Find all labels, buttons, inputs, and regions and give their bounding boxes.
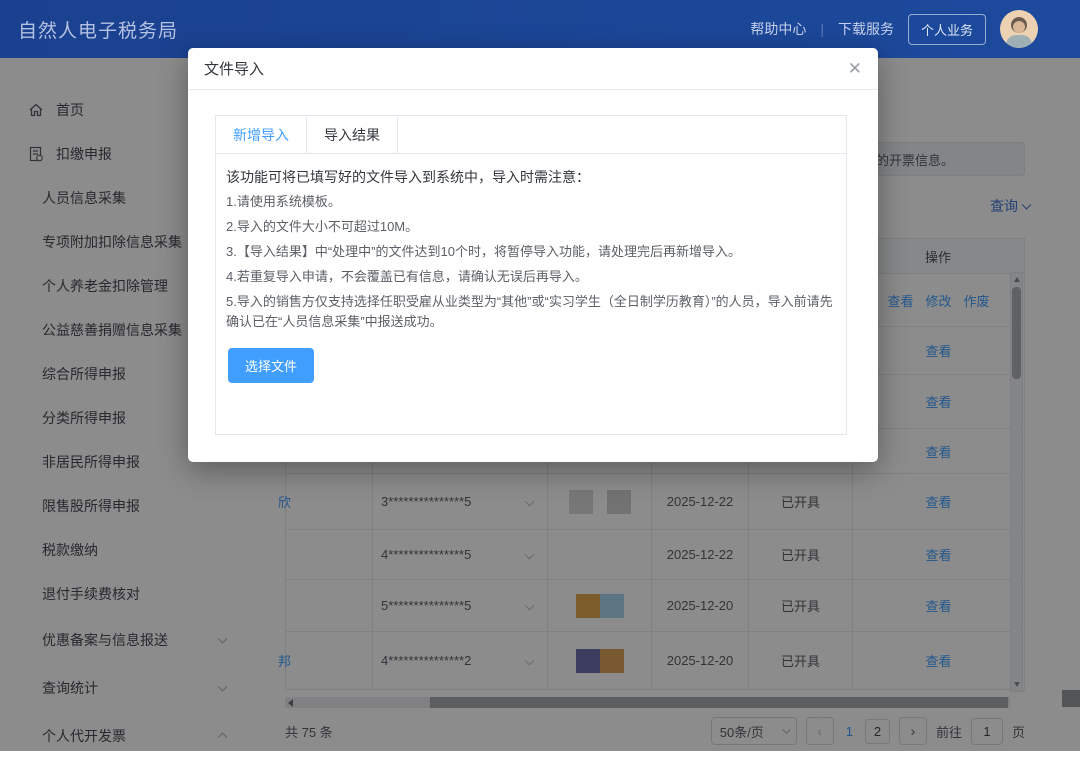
help-center-link[interactable]: 帮助中心: [750, 19, 806, 39]
tab-import-result[interactable]: 导入结果: [307, 116, 398, 153]
choose-file-button[interactable]: 选择文件: [228, 348, 314, 383]
import-note-5: 5.导入的销售方仅支持选择任职受雇从业类型为“其他”或“实习学生（全日制学历教育…: [226, 292, 836, 332]
import-note-3: 3.【导入结果】中“处理中”的文件达到10个时，将暂停导入功能，请处理完后再新增…: [226, 242, 836, 262]
tab-content: 该功能可将已填写好的文件导入到系统中，导入时需注意： 1.请使用系统模板。 2.…: [216, 154, 846, 383]
tab-bar: 新增导入 导入结果: [216, 116, 846, 154]
import-tabs-card: 新增导入 导入结果 该功能可将已填写好的文件导入到系统中，导入时需注意： 1.请…: [215, 115, 847, 435]
header-divider: |: [820, 21, 824, 37]
file-import-dialog: 文件导入 ✕ 新增导入 导入结果 该功能可将已填写好的文件导入到系统中，导入时需…: [188, 48, 878, 462]
import-intro-text: 该功能可将已填写好的文件导入到系统中，导入时需注意：: [226, 167, 836, 187]
app-title: 自然人电子税务局: [18, 16, 178, 43]
personal-business-button[interactable]: 个人业务: [908, 14, 986, 45]
import-note-1: 1.请使用系统模板。: [226, 192, 836, 212]
close-icon[interactable]: ✕: [848, 60, 862, 77]
user-avatar[interactable]: [1000, 10, 1038, 48]
dialog-header: 文件导入 ✕: [188, 48, 878, 90]
import-note-4: 4.若重复导入申请，不会覆盖已有信息，请确认无误后再导入。: [226, 267, 836, 287]
page: 自然人电子税务局 帮助中心 | 下载服务 个人业务 首页: [0, 0, 1080, 751]
dialog-title: 文件导入: [204, 58, 264, 79]
avatar-face-icon: [1013, 21, 1025, 33]
tab-new-import[interactable]: 新增导入: [216, 116, 307, 153]
avatar-body-icon: [1006, 35, 1032, 48]
import-note-2: 2.导入的文件大小不可超过10M。: [226, 217, 836, 237]
download-service-link[interactable]: 下载服务: [838, 19, 894, 39]
